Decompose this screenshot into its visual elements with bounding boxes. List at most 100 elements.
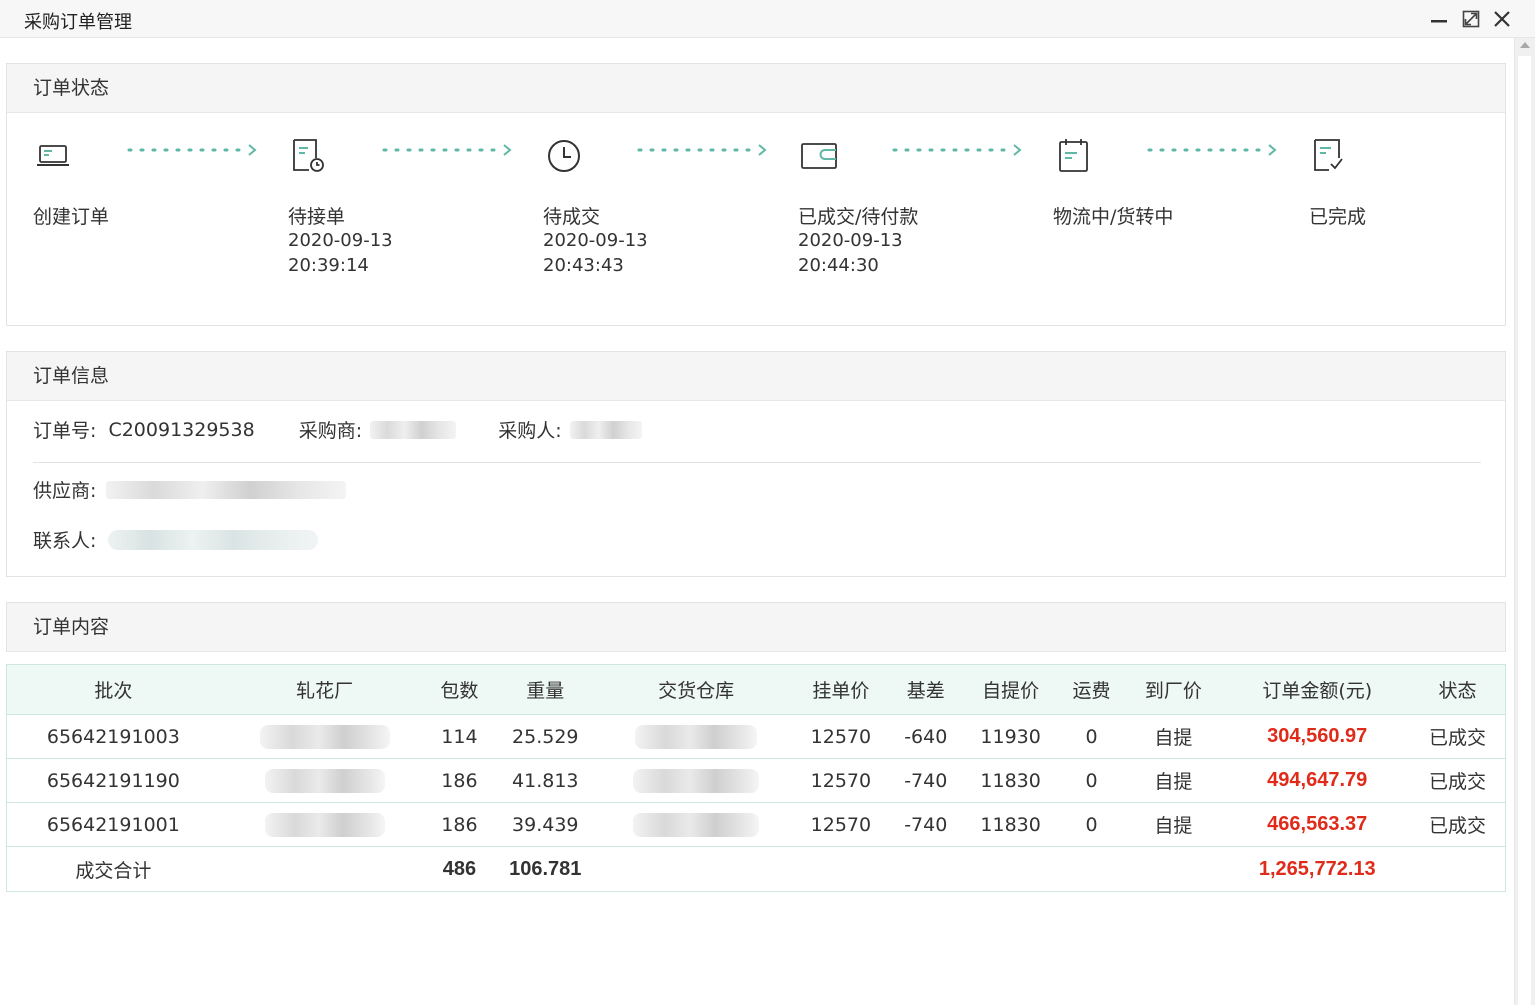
warehouse-redacted [633, 768, 760, 793]
step-label: 物流中/货转中 [1053, 206, 1174, 228]
weight-cell: 41.813 [512, 769, 579, 792]
table-total-row: 成交合计 486 106.781 1,265,772.13 [7, 847, 1505, 891]
contact-row: 联系人: [33, 526, 319, 553]
step-connector [382, 142, 514, 158]
header-cell: 自提价 [982, 680, 1040, 702]
clock-icon [543, 136, 583, 174]
warehouse-redacted [633, 812, 760, 837]
freight-cell: 0 [1085, 813, 1098, 836]
step-datetime: 2020-09-13 20:43:43 [543, 228, 648, 278]
step-date: 2020-09-13 [288, 230, 393, 251]
step-label: 已完成 [1309, 206, 1367, 228]
empty-cell [791, 847, 891, 891]
status-cell: 已成交 [1429, 727, 1487, 749]
header-cell: 订单金额(元) [1262, 680, 1373, 702]
weight-cell: 25.529 [512, 725, 579, 748]
amount-cell: 466,563.37 [1267, 813, 1368, 835]
buyer-label: 采购商: [298, 420, 363, 442]
freight-cell: 0 [1085, 725, 1098, 748]
header-cell: 重量 [526, 680, 565, 702]
contact-value-redacted [108, 529, 319, 550]
batch-cell: 65642191003 [46, 725, 180, 748]
document-clock-icon [288, 136, 328, 174]
header-cell: 状态 [1438, 680, 1477, 702]
header-cell: 运费 [1072, 680, 1111, 702]
total-weight: 106.781 [509, 857, 582, 880]
step-label: 待成交 [543, 206, 601, 228]
laptop-icon [33, 136, 73, 174]
gin-factory-redacted [264, 768, 385, 793]
empty-cell [1061, 847, 1123, 891]
supplier-value-redacted [106, 480, 347, 499]
order-content-title: 订单内容 [7, 603, 1505, 652]
pickup-price-cell: 11830 [980, 813, 1041, 836]
empty-cell [891, 847, 961, 891]
empty-cell [220, 847, 430, 891]
batch-cell: 65642191190 [46, 769, 180, 792]
document-check-icon [1309, 136, 1349, 174]
step-datetime: 2020-09-13 20:44:30 [798, 228, 903, 278]
scroll-up-arrow-icon[interactable] [1520, 42, 1530, 48]
warehouse-cell [601, 803, 791, 846]
header-cell: 挂单价 [812, 680, 870, 702]
header-cell: 交货仓库 [658, 680, 735, 702]
close-icon[interactable] [1492, 9, 1512, 29]
step-connector [1147, 142, 1279, 158]
scroll-thumb[interactable] [1518, 56, 1531, 1005]
total-bales: 486 [442, 857, 477, 880]
clipboard-icon [1053, 136, 1093, 174]
header-cell: 基差 [906, 680, 945, 702]
gin-factory-redacted [259, 724, 390, 749]
table-row: 65642191001 186 39.439 12570 -740 11830 … [7, 803, 1505, 847]
step-connector [637, 142, 769, 158]
gin-factory-cell [220, 715, 430, 758]
order-info-title: 订单信息 [7, 352, 1505, 401]
minimize-icon[interactable] [1429, 9, 1449, 29]
warehouse-cell [601, 759, 791, 802]
table-row: 65642191003 114 25.529 12570 -640 11930 … [7, 715, 1505, 759]
header-cell: 到厂价 [1144, 680, 1202, 702]
step-date: 2020-09-13 [543, 230, 648, 251]
step-connector [892, 142, 1024, 158]
empty-cell [961, 847, 1061, 891]
step-connector [127, 142, 259, 158]
supplier-label: 供应商: [33, 480, 97, 502]
warehouse-cell [601, 715, 791, 758]
contact-label: 联系人: [33, 530, 97, 552]
status-steps: 创建订单 待接单 2020-09-13 20:39:14 待成交 2020-09… [7, 114, 1507, 326]
bales-cell: 186 [441, 769, 478, 792]
purchaser-label: 采购人: [498, 420, 562, 442]
factory-price-cell: 自提 [1154, 815, 1193, 837]
warehouse-redacted [635, 724, 758, 749]
order-status-panel: 订单状态 创建订单 待接单 2020-09-13 20:39:14 待成交 20… [6, 63, 1506, 326]
step-date: 2020-09-13 [798, 230, 903, 251]
header-cell: 轧花厂 [296, 680, 354, 702]
empty-cell [1410, 847, 1505, 891]
window-titlebar: 采购订单管理 [0, 0, 1535, 38]
purchaser-value-redacted [569, 420, 642, 439]
list-price-cell: 12570 [810, 769, 872, 792]
order-info-panel: 订单信息 订单号: C20091329538 采购商: 采购人: 供应商: 联系… [6, 351, 1506, 577]
step-label: 待接单 [288, 206, 346, 228]
gin-factory-cell [220, 803, 430, 846]
order-no-label: 订单号: [33, 420, 97, 442]
bales-cell: 186 [441, 813, 478, 836]
info-divider [33, 462, 1481, 463]
maximize-icon[interactable] [1461, 9, 1481, 29]
order-content-panel: 订单内容 [6, 602, 1506, 652]
amount-cell: 494,647.79 [1267, 769, 1368, 791]
step-time: 20:43:43 [543, 255, 624, 276]
vertical-scrollbar[interactable] [1514, 38, 1535, 1005]
basis-cell: -640 [904, 725, 948, 748]
step-datetime: 2020-09-13 20:39:14 [288, 228, 393, 278]
step-time: 20:39:14 [288, 255, 369, 276]
order-status-title: 订单状态 [7, 64, 1505, 113]
table-row: 65642191190 186 41.813 12570 -740 11830 … [7, 759, 1505, 803]
step-label: 创建订单 [33, 206, 110, 228]
wallet-icon [798, 136, 838, 174]
window-title: 采购订单管理 [24, 12, 132, 33]
table-header: 批次 轧花厂 包数 重量 交货仓库 挂单价 基差 自提价 运费 到厂价 订单金额… [7, 665, 1505, 715]
weight-cell: 39.439 [512, 813, 579, 836]
header-cell: 批次 [94, 680, 133, 702]
pickup-price-cell: 11830 [980, 769, 1041, 792]
